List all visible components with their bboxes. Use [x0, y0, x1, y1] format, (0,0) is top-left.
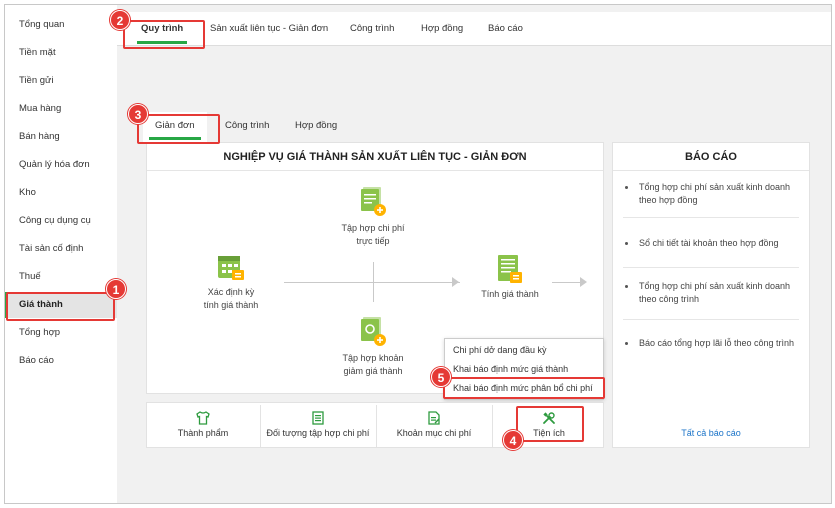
- node-collect-costs[interactable]: Tập hợp chi phí trực tiếp: [330, 186, 416, 248]
- shirt-icon: [196, 411, 210, 425]
- menu-item-cost-norm[interactable]: Khai báo định mức giá thành: [453, 360, 568, 378]
- node-collect-costs-label: Tập hợp chi phí trực tiếp: [341, 223, 405, 246]
- all-reports-link[interactable]: Tất cả báo cáo: [612, 428, 810, 438]
- node-calculate-label: Tính giá thành: [481, 289, 539, 299]
- step-badge: 5: [431, 367, 451, 387]
- report-item-label: Sổ chi tiết tài khoản theo hợp đồng: [639, 238, 779, 248]
- node-collect-reductions-label: Tập hợp khoản giảm giá thành: [342, 353, 404, 376]
- step-badge: 4: [503, 430, 523, 450]
- calendar-icon: [218, 256, 244, 280]
- bullet: [625, 342, 628, 345]
- utilities-popup-menu: Chi phí dở dang đầu kỳ Khai báo định mức…: [444, 338, 604, 400]
- report-item[interactable]: Sổ chi tiết tài khoản theo hợp đồng: [623, 237, 799, 250]
- process-line-vertical: [373, 262, 374, 302]
- menu-item-wip-beginning[interactable]: Chi phí dở dang đầu kỳ: [453, 341, 546, 359]
- cost-items-label: Khoản mục chi phí: [396, 428, 472, 438]
- subtab-cong-trinh[interactable]: Công trình: [225, 112, 269, 142]
- bullet: [625, 242, 628, 245]
- sidebar-item-tong-quan[interactable]: Tổng quan: [5, 12, 117, 38]
- tab-san-xuat-lien-tuc[interactable]: Sản xuất liên tục - Giản đơn: [210, 12, 328, 46]
- step-badge: 2: [110, 10, 130, 30]
- bullet: [625, 285, 628, 288]
- document-list-icon: [312, 411, 324, 425]
- sidebar-item-ban-hang[interactable]: Bán hàng: [5, 124, 117, 150]
- sub-tab-bar: Giản đơn Công trình Hợp đồng: [117, 112, 831, 142]
- node-collect-reductions[interactable]: Tập hợp khoản giảm giá thành: [330, 316, 416, 378]
- arrow-right-icon: [452, 277, 459, 287]
- report-item[interactable]: Tổng hợp chi phí sản xuất kinh doanh the…: [623, 181, 799, 207]
- calculator-icon: [498, 255, 522, 283]
- sidebar-item-tien-mat[interactable]: Tiền mặt: [5, 40, 117, 66]
- tab-cong-trinh[interactable]: Công trình: [350, 12, 394, 46]
- step-badge: 3: [128, 104, 148, 124]
- bottom-action-bar: Thành phẩm Đối tượng tập hợp chi phí Kho…: [146, 402, 604, 448]
- sidebar-item-kho[interactable]: Kho: [5, 180, 117, 206]
- finished-goods-label: Thành phẩm: [177, 428, 229, 438]
- tab-hop-dong[interactable]: Hợp đồng: [421, 12, 463, 46]
- process-line-after: [552, 282, 582, 283]
- report-item-label: Tổng hợp chi phí sản xuất kinh doanh the…: [639, 281, 791, 304]
- cost-items-button[interactable]: Khoản mục chi phí: [377, 403, 491, 449]
- node-calculate[interactable]: Tính giá thành: [466, 254, 554, 301]
- sidebar-item-tien-gui[interactable]: Tiền gửi: [5, 68, 117, 94]
- subtab-gian-don[interactable]: Giản đơn: [143, 112, 207, 142]
- sidebar-item-tai-san-co-dinh[interactable]: Tài sản cố định: [5, 236, 117, 262]
- documents-settings-icon: [361, 317, 386, 346]
- cost-objects-button[interactable]: Đối tượng tập hợp chi phí: [261, 403, 375, 449]
- report-item[interactable]: Tổng hợp chi phí sản xuất kinh doanh the…: [623, 280, 799, 306]
- divider: [623, 267, 799, 268]
- finished-goods-button[interactable]: Thành phẩm: [147, 403, 259, 449]
- node-define-period-label: Xác định kỳ tính giá thành: [203, 287, 259, 310]
- report-item[interactable]: Báo cáo tổng hợp lãi lỗ theo công trình: [623, 337, 799, 350]
- report-item-label: Tổng hợp chi phí sản xuất kinh doanh the…: [639, 182, 791, 205]
- bullet: [625, 186, 628, 189]
- reports-title: BÁO CÁO: [613, 143, 809, 171]
- step-badge: 1: [106, 279, 126, 299]
- tools-icon: [543, 412, 555, 424]
- subtab-hop-dong[interactable]: Hợp đồng: [295, 112, 337, 142]
- node-define-period[interactable]: Xác định kỳ tính giá thành: [188, 252, 274, 312]
- report-item-label: Báo cáo tổng hợp lãi lỗ theo công trình: [639, 338, 795, 348]
- sidebar-item-quan-ly-hoa-don[interactable]: Quản lý hóa đơn: [5, 152, 117, 178]
- tab-quy-trinh[interactable]: Quy trình: [136, 12, 188, 46]
- documents-add-icon: [361, 187, 386, 216]
- reports-panel: BÁO CÁO Tổng hợp chi phí sản xuất kinh d…: [612, 142, 810, 448]
- divider: [623, 217, 799, 218]
- divider: [623, 319, 799, 320]
- sidebar-item-bao-cao[interactable]: Báo cáo: [5, 348, 117, 374]
- tab-bao-cao[interactable]: Báo cáo: [488, 12, 523, 46]
- sidebar-item-gia-thanh[interactable]: Giá thành: [5, 292, 117, 318]
- arrow-right-icon: [580, 277, 587, 287]
- process-line-horizontal: [284, 282, 460, 283]
- sidebar-item-mua-hang[interactable]: Mua hàng: [5, 96, 117, 122]
- sidebar-item-thue[interactable]: Thuế: [5, 264, 117, 290]
- sidebar-item-cong-cu-dung-cu[interactable]: Công cụ dụng cụ: [5, 208, 117, 234]
- cost-objects-label: Đối tượng tập hợp chi phí: [266, 428, 370, 438]
- menu-item-allocation-norm[interactable]: Khai báo định mức phân bổ chi phí: [453, 379, 593, 397]
- document-edit-icon: [428, 411, 440, 425]
- sidebar-item-tong-hop[interactable]: Tổng hợp: [5, 320, 117, 346]
- top-tab-bar: Quy trình Sản xuất liên tục - Giản đơn C…: [117, 12, 831, 46]
- process-title: NGHIỆP VỤ GIÁ THÀNH SẢN XUẤT LIÊN TỤC - …: [147, 143, 603, 171]
